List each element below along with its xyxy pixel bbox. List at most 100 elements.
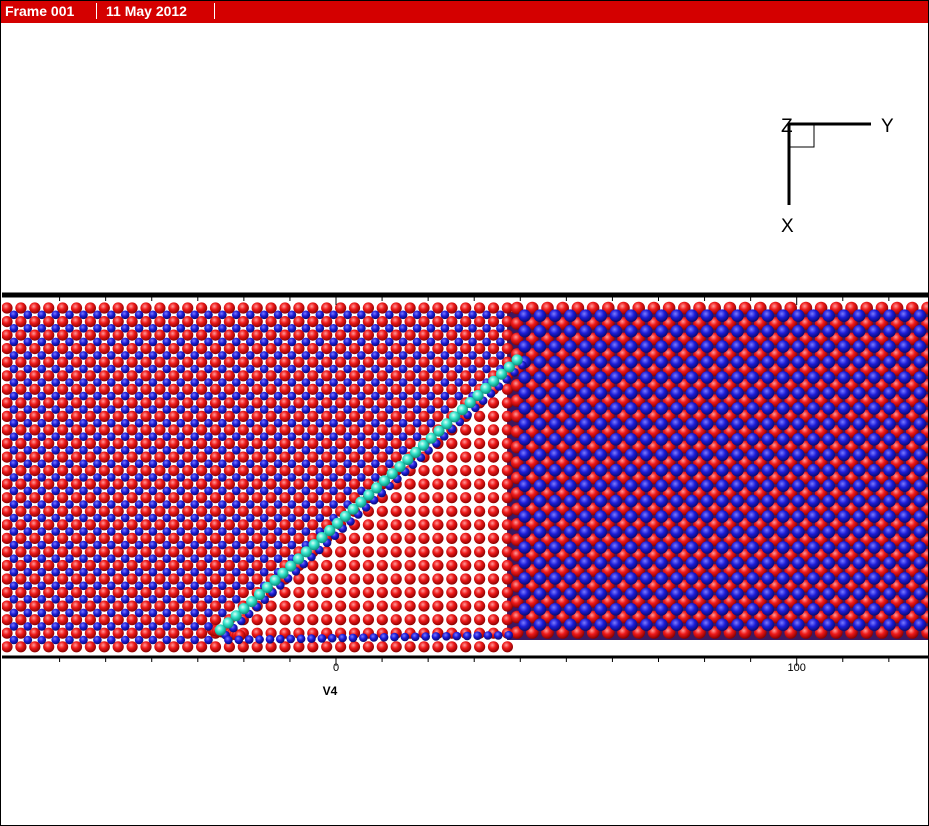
atom-blue bbox=[79, 324, 88, 333]
atom-blue bbox=[792, 510, 805, 523]
atom-blue bbox=[792, 525, 805, 539]
atom-red bbox=[390, 600, 402, 612]
atom-blue bbox=[518, 371, 531, 384]
atom-blue bbox=[176, 540, 186, 550]
atom-blue bbox=[204, 500, 213, 509]
atom-blue bbox=[329, 500, 338, 509]
atom-red bbox=[474, 478, 486, 490]
atom-blue bbox=[731, 556, 744, 570]
atom-red bbox=[390, 492, 402, 504]
atom-blue bbox=[134, 500, 144, 509]
atom-blue bbox=[807, 402, 820, 415]
atom-red bbox=[390, 532, 402, 545]
atom-red bbox=[487, 505, 500, 517]
atom-blue bbox=[792, 324, 805, 338]
atom-blue bbox=[134, 567, 144, 577]
atom-blue bbox=[518, 417, 531, 431]
atom-blue bbox=[232, 310, 241, 320]
atom-blue bbox=[518, 433, 531, 446]
atom-blue bbox=[259, 446, 269, 455]
atom-blue bbox=[822, 386, 835, 400]
atom-red bbox=[418, 478, 430, 490]
atom-red bbox=[348, 586, 361, 599]
atom-blue bbox=[134, 554, 144, 563]
atom-blue bbox=[9, 513, 19, 523]
atom-blue bbox=[357, 310, 366, 320]
atom-blue bbox=[868, 603, 881, 616]
atom-blue bbox=[134, 459, 144, 469]
atom-blue bbox=[746, 386, 759, 400]
atom-red bbox=[487, 614, 500, 626]
atom-blue bbox=[913, 340, 927, 353]
atom-blue bbox=[190, 405, 199, 414]
atom-blue bbox=[190, 567, 199, 577]
atom-blue bbox=[761, 479, 775, 493]
atom-red bbox=[321, 559, 333, 572]
atom-blue bbox=[232, 364, 241, 374]
atom-red bbox=[432, 600, 444, 612]
atom-blue bbox=[746, 433, 759, 446]
atom-blue bbox=[259, 473, 269, 482]
atom-blue bbox=[190, 391, 199, 401]
atom-blue bbox=[273, 418, 283, 428]
atom-blue bbox=[518, 541, 531, 554]
atom-blue bbox=[134, 527, 144, 536]
atom-blue bbox=[731, 494, 744, 508]
atom-blue bbox=[204, 405, 213, 414]
atom-blue bbox=[148, 486, 158, 496]
atom-blue bbox=[482, 337, 491, 347]
atom-blue bbox=[273, 364, 283, 374]
atom-red bbox=[418, 492, 430, 504]
atom-blue bbox=[162, 554, 172, 563]
atom-blue bbox=[852, 402, 866, 415]
atom-blue bbox=[837, 371, 851, 384]
atom-blue bbox=[731, 510, 744, 523]
atom-blue bbox=[852, 603, 866, 616]
atom-blue bbox=[23, 554, 33, 563]
atom-blue bbox=[204, 324, 213, 333]
atom-blue bbox=[357, 351, 366, 360]
atom-red bbox=[501, 465, 513, 477]
atom-blue bbox=[426, 310, 436, 320]
atom-blue bbox=[913, 587, 927, 601]
atom-blue bbox=[898, 309, 911, 323]
atom-blue bbox=[898, 433, 911, 446]
atom-blue bbox=[37, 608, 47, 618]
atom-blue bbox=[746, 402, 759, 415]
atom-blue bbox=[655, 510, 668, 523]
x-tick-label: 100 bbox=[788, 662, 806, 674]
atom-red bbox=[321, 641, 333, 653]
atom-red bbox=[418, 465, 430, 477]
atom-blue bbox=[190, 418, 199, 428]
atom-red bbox=[390, 505, 402, 517]
atom-blue bbox=[93, 391, 102, 401]
atom-blue bbox=[51, 500, 60, 509]
atom-blue bbox=[37, 391, 47, 401]
atom-blue bbox=[385, 337, 394, 347]
atom-blue bbox=[51, 595, 60, 604]
atom-blue bbox=[148, 567, 158, 577]
atom-blue bbox=[93, 635, 102, 645]
atom-blue bbox=[609, 324, 623, 338]
atom-blue bbox=[176, 378, 186, 387]
atom-blue bbox=[579, 494, 592, 508]
atom-blue bbox=[883, 587, 896, 601]
atom-blue bbox=[913, 494, 927, 508]
atom-blue bbox=[301, 500, 311, 509]
atom-blue bbox=[259, 500, 269, 509]
atom-blue bbox=[79, 540, 88, 550]
atom-blue bbox=[204, 622, 213, 631]
atom-blue bbox=[51, 364, 60, 374]
atom-blue bbox=[65, 310, 74, 320]
atom-blue bbox=[398, 405, 408, 414]
atom-red bbox=[460, 600, 472, 612]
atom-blue bbox=[655, 371, 668, 384]
atom-blue bbox=[822, 556, 835, 570]
atom-blue bbox=[868, 371, 881, 384]
atom-blue bbox=[65, 635, 74, 645]
atom-blue bbox=[51, 405, 60, 414]
atom-red bbox=[418, 532, 430, 545]
atom-red bbox=[404, 614, 416, 626]
atom-red bbox=[362, 614, 374, 626]
atom-blue bbox=[655, 355, 668, 369]
